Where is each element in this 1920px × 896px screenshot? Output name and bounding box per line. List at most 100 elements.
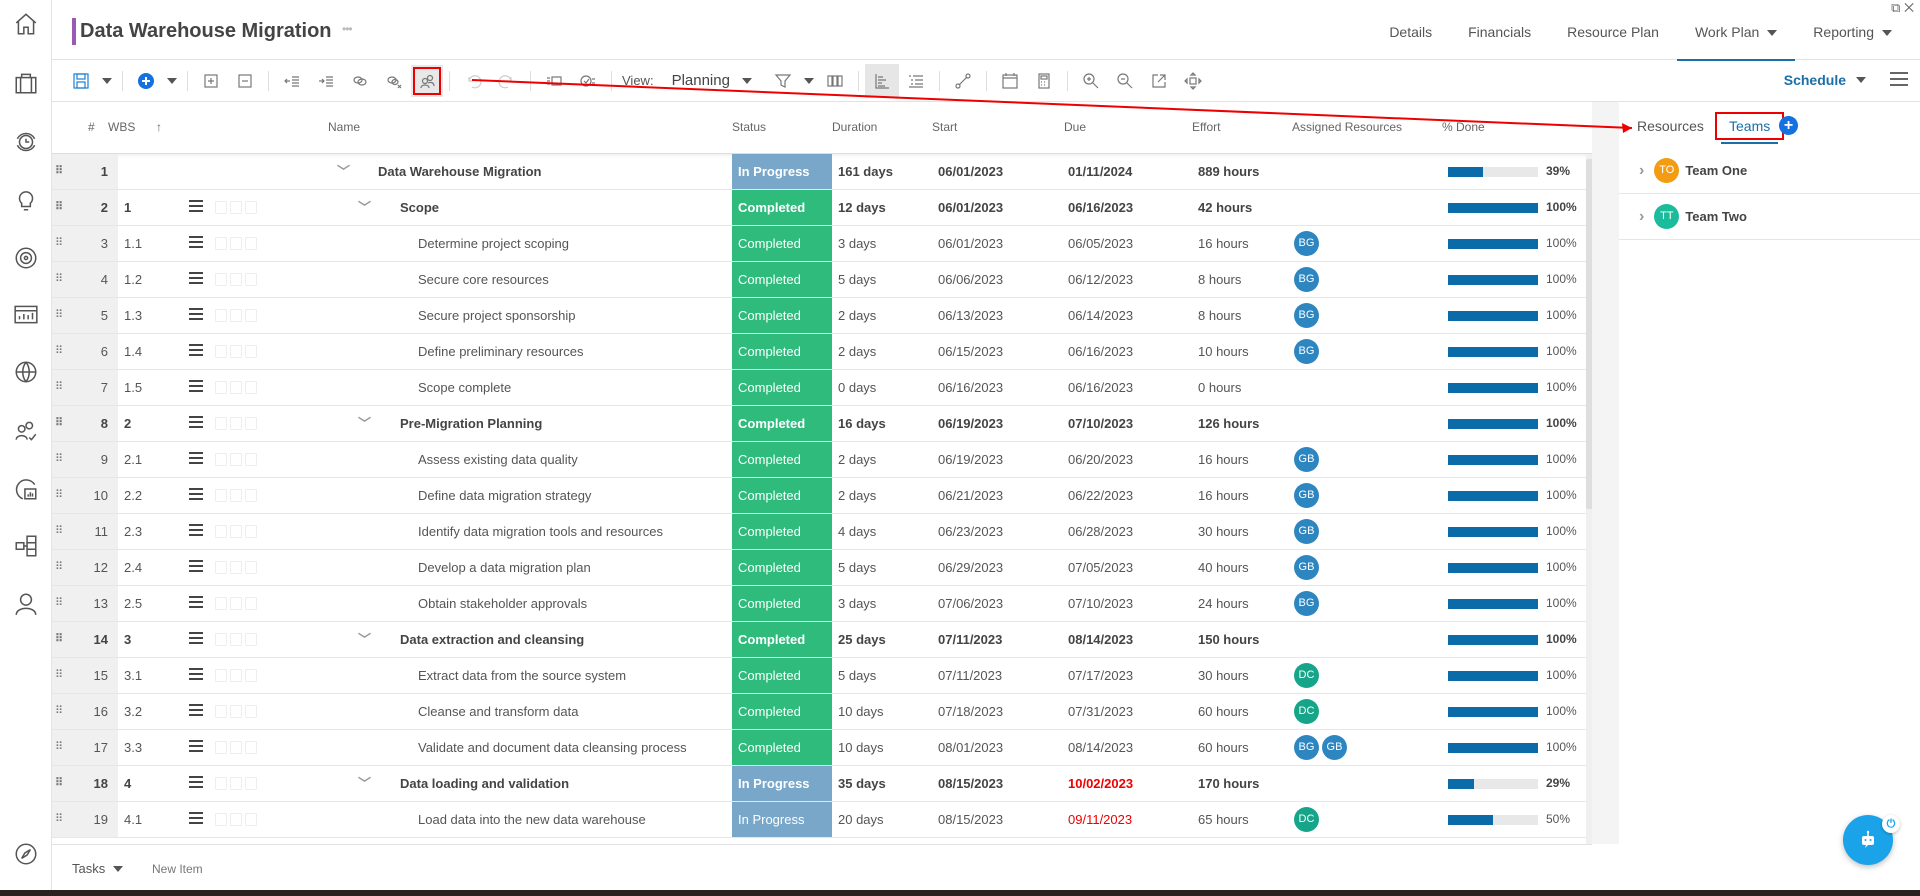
note-icon[interactable] bbox=[215, 345, 227, 358]
board-icon[interactable] bbox=[245, 561, 257, 574]
start-date[interactable]: 06/01/2023 bbox=[938, 190, 1003, 225]
unlink-button[interactable] bbox=[377, 64, 411, 98]
drag-handle-icon[interactable]: ⠿ bbox=[52, 514, 66, 549]
collapse-all-button[interactable] bbox=[228, 64, 262, 98]
board-icon[interactable] bbox=[245, 489, 257, 502]
comment-icon[interactable] bbox=[230, 633, 242, 646]
note-icon[interactable] bbox=[215, 741, 227, 754]
task-name[interactable]: Determine project scoping bbox=[418, 226, 569, 261]
comment-icon[interactable] bbox=[230, 417, 242, 430]
drag-handle-icon[interactable]: ⠿ bbox=[52, 622, 66, 657]
start-date[interactable]: 07/11/2023 bbox=[938, 622, 1002, 657]
col-name[interactable]: Name bbox=[328, 120, 360, 134]
duration[interactable]: 10 days bbox=[838, 730, 884, 765]
effort[interactable]: 60 hours bbox=[1198, 730, 1249, 765]
due-date[interactable]: 07/17/2023 bbox=[1068, 658, 1133, 693]
effort[interactable]: 65 hours bbox=[1198, 802, 1249, 837]
task-name[interactable]: Secure project sponsorship bbox=[418, 298, 576, 333]
assigned-resources[interactable]: BG bbox=[1294, 298, 1319, 333]
table-row[interactable]: ⠿ 8 2 ﹀ Pre-Migration Planning Completed 16 da… bbox=[52, 406, 1592, 442]
status-badge[interactable]: Completed bbox=[732, 622, 832, 657]
task-name[interactable]: Define data migration strategy bbox=[418, 478, 591, 513]
avatar[interactable]: DC bbox=[1294, 807, 1319, 832]
status-badge[interactable]: Completed bbox=[732, 514, 832, 549]
duration[interactable]: 4 days bbox=[838, 514, 876, 549]
task-name[interactable]: Validate and document data cleansing pro… bbox=[418, 730, 687, 765]
comment-icon[interactable] bbox=[230, 525, 242, 538]
fit-to-screen-button[interactable] bbox=[1176, 64, 1210, 98]
team-row[interactable]: › TO Team One bbox=[1619, 148, 1920, 194]
drag-handle-icon[interactable]: ⠿ bbox=[52, 262, 66, 297]
row-menu-icon[interactable] bbox=[189, 236, 203, 250]
board-icon[interactable] bbox=[245, 597, 257, 610]
effort[interactable]: 30 hours bbox=[1198, 514, 1249, 549]
gantt-view-button[interactable] bbox=[864, 63, 899, 98]
start-date[interactable]: 06/21/2023 bbox=[938, 478, 1003, 513]
board-icon[interactable] bbox=[245, 453, 257, 466]
avatar[interactable]: BG bbox=[1294, 339, 1319, 364]
effort[interactable]: 126 hours bbox=[1198, 406, 1259, 441]
globe-icon[interactable] bbox=[12, 358, 40, 386]
note-icon[interactable] bbox=[215, 669, 227, 682]
avatar[interactable]: GB bbox=[1294, 483, 1319, 508]
due-date[interactable]: 06/16/2023 bbox=[1068, 190, 1133, 225]
drag-handle-icon[interactable]: ⠿ bbox=[52, 550, 66, 585]
task-name[interactable]: Data extraction and cleansing bbox=[400, 622, 584, 657]
assign-team-button[interactable] bbox=[411, 64, 443, 97]
assigned-resources[interactable]: DC bbox=[1294, 694, 1319, 729]
home-icon[interactable] bbox=[12, 10, 40, 38]
board-icon[interactable] bbox=[245, 525, 257, 538]
task-name[interactable]: Secure core resources bbox=[418, 262, 549, 297]
drag-handle-icon[interactable]: ⠿ bbox=[52, 442, 66, 477]
calculator-button[interactable] bbox=[1027, 64, 1061, 98]
task-name[interactable]: Cleanse and transform data bbox=[418, 694, 578, 729]
effort[interactable]: 30 hours bbox=[1198, 658, 1249, 693]
col-num[interactable]: # bbox=[88, 120, 95, 134]
duration[interactable]: 35 days bbox=[838, 766, 886, 801]
drag-handle-icon[interactable]: ⠿ bbox=[52, 298, 66, 333]
duration[interactable]: 3 days bbox=[838, 226, 876, 261]
columns-button[interactable] bbox=[818, 64, 852, 98]
start-date[interactable]: 06/29/2023 bbox=[938, 550, 1003, 585]
start-date[interactable]: 06/01/2023 bbox=[938, 154, 1003, 189]
row-menu-icon[interactable] bbox=[189, 308, 203, 322]
save-options-dropdown[interactable] bbox=[98, 77, 116, 84]
row-menu-icon[interactable] bbox=[189, 452, 203, 466]
table-row[interactable]: ⠿ 10 2.2 Define data migration strategy Comp… bbox=[52, 478, 1592, 514]
comment-icon[interactable] bbox=[230, 381, 242, 394]
add-button[interactable] bbox=[129, 64, 163, 98]
note-icon[interactable] bbox=[215, 597, 227, 610]
comment-icon[interactable] bbox=[230, 453, 242, 466]
comment-icon[interactable] bbox=[230, 345, 242, 358]
due-date[interactable]: 07/05/2023 bbox=[1068, 550, 1133, 585]
schedule-dropdown[interactable]: Schedule bbox=[1784, 72, 1866, 88]
assigned-resources[interactable]: BG GB bbox=[1294, 730, 1347, 765]
comment-icon[interactable] bbox=[230, 813, 242, 826]
effort[interactable]: 24 hours bbox=[1198, 586, 1249, 621]
table-row[interactable]: ⠿ 15 3.1 Extract data from the source syste… bbox=[52, 658, 1592, 694]
user-icon[interactable] bbox=[12, 590, 40, 618]
table-row[interactable]: ⠿ 13 2.5 Obtain stakeholder approvals Comple… bbox=[52, 586, 1592, 622]
due-date[interactable]: 06/16/2023 bbox=[1068, 334, 1133, 369]
note-icon[interactable] bbox=[215, 489, 227, 502]
due-date[interactable]: 07/10/2023 bbox=[1068, 406, 1133, 441]
drag-handle-icon[interactable]: ⠿ bbox=[52, 154, 66, 189]
comment-icon[interactable] bbox=[230, 273, 242, 286]
effort[interactable]: 10 hours bbox=[1198, 334, 1249, 369]
board-icon[interactable] bbox=[245, 417, 257, 430]
task-name[interactable]: Obtain stakeholder approvals bbox=[418, 586, 587, 621]
table-row[interactable]: ⠿ 14 3 ﹀ Data extraction and cleansing Comple… bbox=[52, 622, 1592, 658]
table-row[interactable]: ⠿ 9 2.1 Assess existing data quality Complet… bbox=[52, 442, 1592, 478]
note-icon[interactable] bbox=[215, 813, 227, 826]
board-icon[interactable] bbox=[245, 777, 257, 790]
tab-resources[interactable]: Resources bbox=[1637, 118, 1704, 134]
team-icon[interactable] bbox=[12, 417, 40, 445]
hierarchy-icon[interactable] bbox=[12, 532, 40, 560]
sort-asc-icon[interactable]: ↑ bbox=[156, 120, 162, 134]
row-menu-icon[interactable] bbox=[189, 632, 203, 646]
status-badge[interactable]: Completed bbox=[732, 334, 832, 369]
briefcase-icon[interactable] bbox=[12, 69, 40, 97]
due-date[interactable]: 06/28/2023 bbox=[1068, 514, 1133, 549]
comment-icon[interactable] bbox=[230, 201, 242, 214]
view-select[interactable]: Planning bbox=[672, 72, 752, 89]
